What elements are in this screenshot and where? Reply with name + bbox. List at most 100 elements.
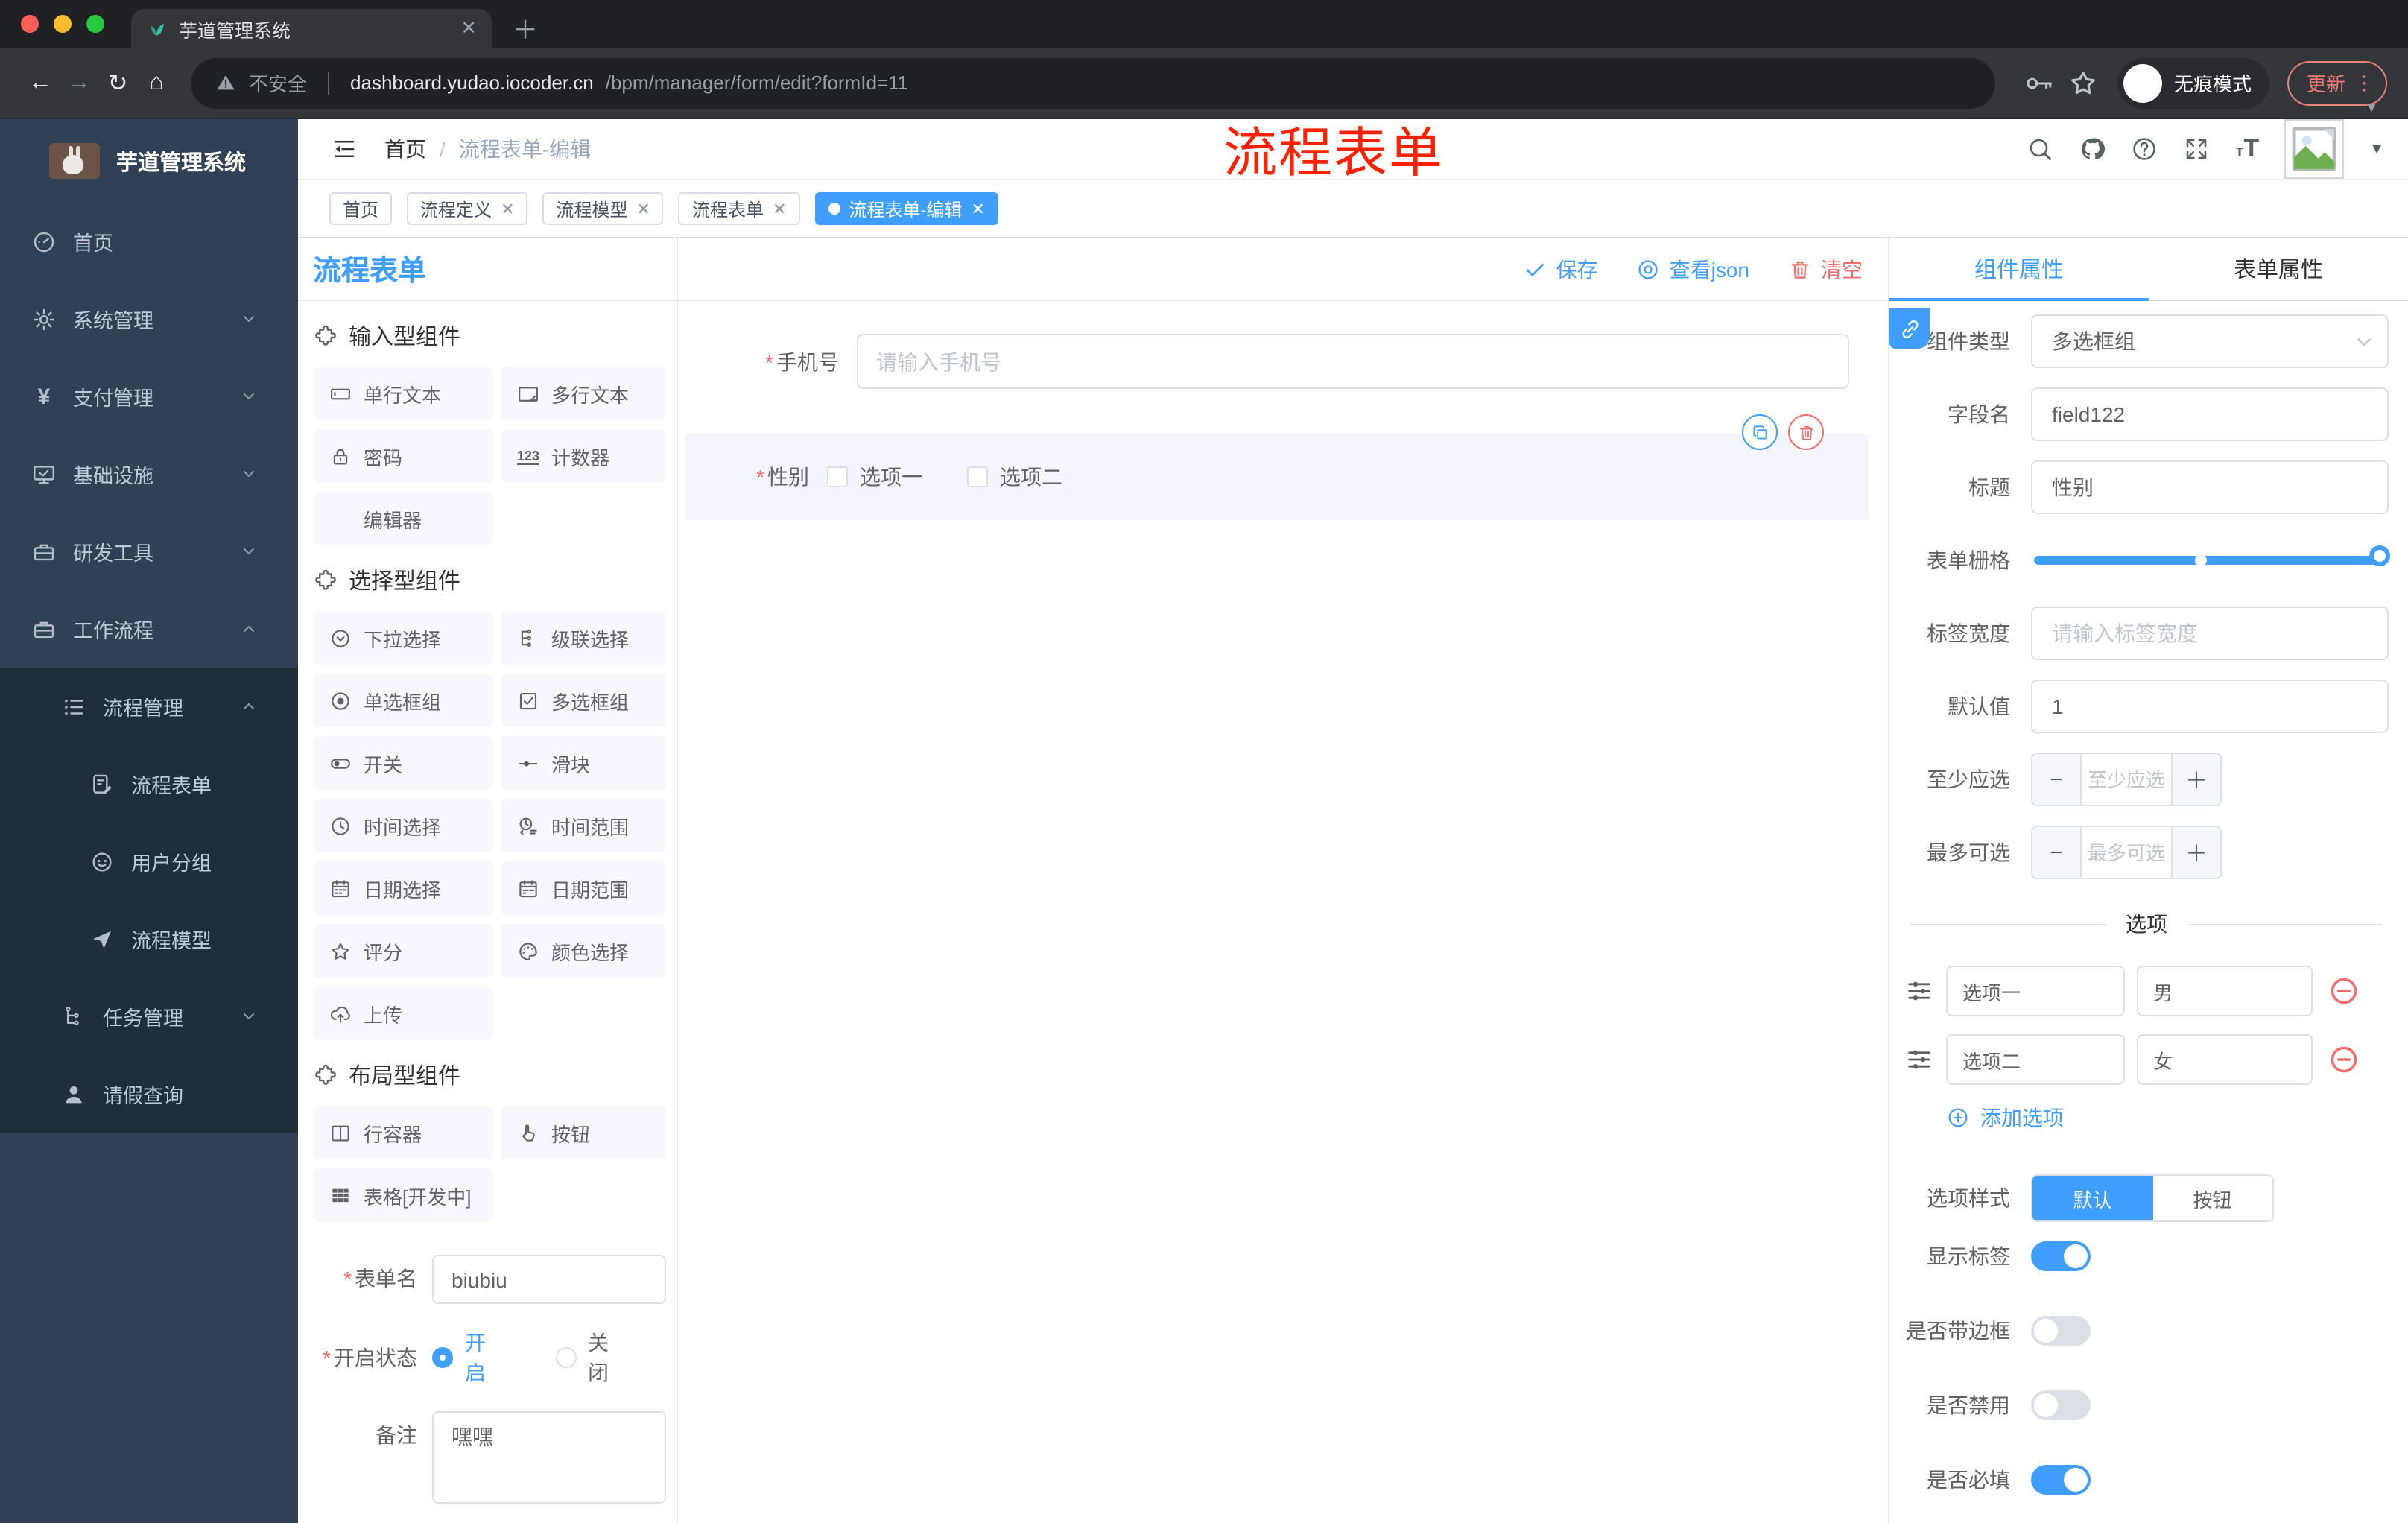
- bookmark-star-icon[interactable]: [2067, 66, 2100, 99]
- sidebar-item-user-group[interactable]: 用户分组: [0, 823, 298, 900]
- min-select-input[interactable]: [2082, 754, 2171, 805]
- caret-down-icon[interactable]: ▼: [2365, 100, 2378, 115]
- remove-option-icon[interactable]: [2328, 1043, 2360, 1076]
- sidebar-logo[interactable]: 芋道管理系统: [0, 119, 298, 203]
- search-icon[interactable]: [2027, 136, 2054, 162]
- option-value-input[interactable]: [2137, 1034, 2313, 1085]
- remove-option-icon[interactable]: [2328, 975, 2360, 1007]
- checkbox[interactable]: [827, 466, 848, 487]
- tag-process-form[interactable]: 流程表单 ✕: [678, 192, 800, 225]
- max-select-input[interactable]: [2082, 827, 2171, 878]
- breadcrumb-home[interactable]: 首页: [384, 134, 426, 164]
- minus-button[interactable]: −: [2032, 827, 2082, 878]
- sidebar-item-workflow[interactable]: 工作流程: [0, 590, 298, 668]
- palette-item-radio-group[interactable]: 单选框组: [313, 674, 493, 727]
- drag-handle-icon[interactable]: [1904, 1045, 1934, 1074]
- fullscreen-icon[interactable]: [2184, 136, 2211, 162]
- canvas-field-gender-selected[interactable]: * 性别 选项一 选项二: [685, 414, 1869, 520]
- delete-component-button[interactable]: [1788, 414, 1824, 450]
- palette-item-single-text[interactable]: 单行文本: [313, 367, 493, 420]
- palette-item-rate[interactable]: 评分: [313, 924, 493, 978]
- phone-input[interactable]: [857, 334, 1849, 389]
- slider-handle[interactable]: [2369, 545, 2390, 566]
- tag-home[interactable]: 首页: [329, 192, 393, 225]
- tab-close-icon[interactable]: ✕: [460, 16, 477, 40]
- home-button[interactable]: ⌂: [137, 69, 176, 96]
- palette-item-date-picker[interactable]: 日期选择: [313, 861, 493, 915]
- forward-button[interactable]: →: [60, 69, 98, 96]
- plus-button[interactable]: ＋: [2171, 754, 2220, 805]
- sidebar-item-task-management[interactable]: 任务管理: [0, 978, 298, 1055]
- form-grid-slider[interactable]: [2034, 545, 2390, 566]
- field-name-input[interactable]: [2031, 387, 2389, 441]
- browser-tab[interactable]: 芋道管理系统 ✕: [131, 9, 492, 48]
- show-label-toggle[interactable]: [2031, 1241, 2091, 1271]
- link-flag-button[interactable]: [1889, 308, 1930, 349]
- style-default-button[interactable]: 默认: [2032, 1176, 2152, 1220]
- gender-option-2[interactable]: 选项二: [967, 462, 1062, 492]
- form-remark-textarea[interactable]: 嘿嘿: [432, 1411, 666, 1504]
- view-json-button[interactable]: 查看json: [1637, 254, 1749, 284]
- palette-item-slider[interactable]: 滑块: [501, 736, 666, 790]
- sidebar-item-process-form[interactable]: 流程表单: [0, 745, 298, 823]
- plus-button[interactable]: ＋: [2171, 827, 2220, 878]
- form-name-input[interactable]: [432, 1255, 666, 1304]
- close-icon[interactable]: ✕: [971, 199, 984, 218]
- window-controls[interactable]: [21, 15, 104, 33]
- tag-process-model[interactable]: 流程模型 ✕: [542, 192, 664, 225]
- drag-handle-icon[interactable]: [1904, 976, 1934, 1006]
- radio-on[interactable]: [432, 1347, 453, 1368]
- checkbox[interactable]: [967, 466, 988, 487]
- sidebar-item-process-management[interactable]: 流程管理: [0, 668, 298, 745]
- title-input[interactable]: [2031, 460, 2389, 514]
- palette-item-checkbox-group[interactable]: 多选框组: [501, 674, 666, 727]
- copy-component-button[interactable]: [1742, 414, 1778, 450]
- radio-off-label[interactable]: 关闭: [588, 1328, 624, 1387]
- radio-on-label[interactable]: 开启: [465, 1328, 501, 1387]
- style-button-button[interactable]: 按钮: [2152, 1176, 2272, 1220]
- option-label-input[interactable]: [1946, 966, 2125, 1016]
- border-toggle[interactable]: [2031, 1316, 2091, 1346]
- option-label-input[interactable]: [1946, 1034, 2125, 1085]
- close-icon[interactable]: ✕: [501, 199, 514, 218]
- palette-item-time-range[interactable]: 时间范围: [501, 799, 666, 852]
- new-tab-button[interactable]: ＋: [513, 9, 538, 46]
- tag-process-form-edit[interactable]: 流程表单-编辑 ✕: [814, 192, 998, 225]
- sidebar-item-process-model[interactable]: 流程模型: [0, 900, 298, 978]
- address-bar[interactable]: 不安全 dashboard.yudao.iocoder.cn/bpm/manag…: [191, 57, 1995, 108]
- required-toggle[interactable]: [2031, 1465, 2091, 1495]
- more-vertical-icon[interactable]: ⋮: [2354, 71, 2374, 95]
- radio-off[interactable]: [555, 1347, 576, 1368]
- save-button[interactable]: 保存: [1524, 254, 1598, 284]
- font-size-icon[interactable]: тT: [2236, 134, 2260, 164]
- tab-component-props[interactable]: 组件属性: [1889, 238, 2149, 301]
- palette-item-color-picker[interactable]: 颜色选择: [501, 924, 666, 978]
- palette-item-counter[interactable]: 123 计数器: [501, 429, 666, 483]
- sidebar-item-leave-query[interactable]: 请假查询: [0, 1055, 298, 1133]
- canvas-body[interactable]: *手机号 *性别 选项一 选项二: [678, 301, 1888, 1523]
- close-icon[interactable]: ✕: [637, 199, 650, 218]
- close-icon[interactable]: ✕: [773, 199, 786, 218]
- palette-item-cascader[interactable]: 级联选择: [501, 611, 666, 665]
- clear-button[interactable]: 清空: [1788, 254, 1863, 284]
- question-circle-icon[interactable]: [2132, 136, 2158, 162]
- back-button[interactable]: ←: [21, 69, 60, 96]
- palette-item-password[interactable]: 密码: [313, 429, 493, 483]
- palette-item-time-picker[interactable]: 时间选择: [313, 799, 493, 852]
- sidebar-item-infra[interactable]: 基础设施: [0, 435, 298, 513]
- disabled-toggle[interactable]: [2031, 1390, 2091, 1420]
- add-option-button[interactable]: 添加选项: [1946, 1103, 2389, 1133]
- option-value-input[interactable]: [2137, 966, 2313, 1016]
- canvas-field-phone[interactable]: * 手机号: [700, 334, 1849, 389]
- palette-item-date-range[interactable]: 日期范围: [501, 861, 666, 915]
- label-width-input[interactable]: [2031, 607, 2389, 660]
- default-value-input[interactable]: [2031, 680, 2389, 733]
- maximize-window-button[interactable]: [86, 15, 104, 33]
- palette-item-switch[interactable]: 开关: [313, 736, 493, 790]
- minimize-window-button[interactable]: [54, 15, 72, 33]
- palette-item-select[interactable]: 下拉选择: [313, 611, 493, 665]
- sidebar-item-system[interactable]: 系统管理: [0, 280, 298, 358]
- palette-item-table[interactable]: 表格[开发中]: [313, 1168, 493, 1222]
- github-icon[interactable]: [2079, 136, 2106, 162]
- palette-item-row-container[interactable]: 行容器: [313, 1106, 493, 1159]
